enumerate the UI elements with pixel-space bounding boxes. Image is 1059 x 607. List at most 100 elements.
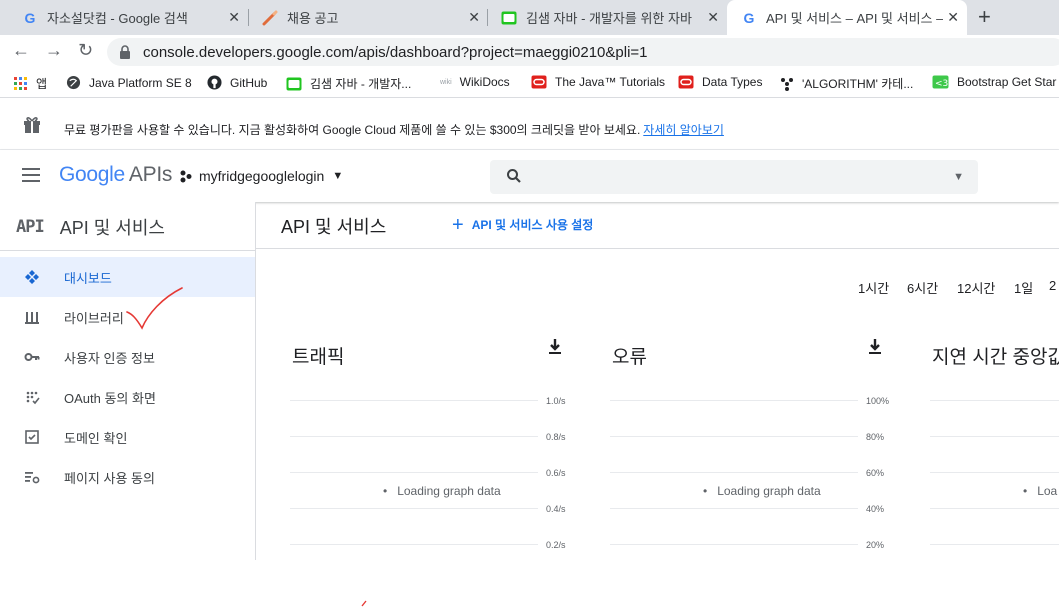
sidebar-item-label: 대시보드	[64, 270, 112, 286]
menu-icon[interactable]	[22, 168, 40, 182]
url-text: console.developers.google.com/apis/dashb…	[143, 43, 648, 61]
bookmark-kimsam-java[interactable]: 김샘 자바 - 개발자...	[286, 75, 411, 92]
search-input[interactable]: ▼	[490, 160, 978, 194]
sidebar-item-credentials[interactable]: 사용자 인증 정보	[0, 337, 255, 377]
y-tick-label: 1.0/s	[546, 396, 566, 406]
pen-icon	[262, 10, 278, 25]
browser-tab[interactable]: G 자소설닷컴 - Google 검색 ✕	[8, 0, 248, 35]
bookmark-label: GitHub	[230, 75, 268, 90]
dashboard-icon	[25, 270, 39, 284]
bootstrap-icon: <3	[932, 75, 949, 89]
sidenav-header: API API 및 서비스	[16, 214, 165, 240]
enable-apis-button[interactable]: + API 및 서비스 사용 설정	[452, 213, 594, 236]
browser-tab-active[interactable]: G API 및 서비스 – API 및 서비스 – ✕	[727, 0, 967, 35]
search-icon	[507, 169, 521, 183]
time-range-1h[interactable]: 1시간	[858, 278, 889, 297]
bookmark-github[interactable]: GitHub	[207, 75, 267, 90]
y-tick-label: 0.6/s	[546, 468, 566, 478]
enable-apis-label: API 및 서비스 사용 설정	[471, 218, 594, 232]
y-tick-label: 40%	[866, 504, 885, 514]
dots-icon	[781, 77, 793, 91]
browser-tab[interactable]: 김샘 자바 - 개발자를 위한 자바 ✕	[487, 0, 727, 35]
blog-icon	[501, 11, 517, 24]
promo-text: 무료 평가판을 사용할 수 있습니다. 지금 활성화하여 Google Clou…	[64, 121, 724, 138]
y-tick-label: 0.8/s	[546, 432, 566, 442]
gridline	[930, 544, 1059, 545]
google-g-icon: G	[743, 9, 755, 26]
close-icon[interactable]: ✕	[707, 9, 719, 26]
console-header: Google APIs myfridgegooglelogin ▼ ▼	[0, 150, 1059, 202]
bookmark-algorithm[interactable]: 'ALGORITHM' 카테...	[780, 75, 913, 92]
oracle-icon	[678, 75, 694, 89]
lock-icon	[120, 45, 130, 59]
bullet-dot: •	[383, 484, 388, 498]
project-selector[interactable]: myfridgegooglelogin ▼	[179, 168, 343, 184]
loading-text: Loa	[1037, 484, 1058, 498]
bookmark-label: 김샘 자바 - 개발자...	[310, 77, 412, 91]
plus-icon: +	[452, 213, 464, 236]
bookmark-apps[interactable]: 앱	[14, 75, 47, 92]
chevron-down-icon[interactable]: ▼	[953, 171, 964, 183]
new-tab-button[interactable]: +	[978, 4, 991, 30]
bookmark-java-platform[interactable]: Java Platform SE 8	[66, 75, 192, 90]
api-badge-icon: API	[16, 217, 45, 237]
bookmark-wikidocs[interactable]: wiki WikiDocs	[440, 75, 510, 89]
gridline	[610, 436, 858, 437]
reload-icon[interactable]: ↻	[78, 40, 93, 61]
time-range-12h[interactable]: 12시간	[957, 278, 995, 297]
bookmark-label: Bootstrap Get Star	[957, 75, 1057, 89]
logo-google: Google	[59, 163, 125, 186]
svg-text:<3: <3	[935, 79, 948, 89]
tab-title: 자소설닷컴 - Google 검색	[47, 11, 188, 26]
bullet-dot: •	[1023, 484, 1028, 498]
gridline	[290, 400, 538, 401]
close-icon[interactable]: ✕	[228, 9, 240, 26]
learn-more-link[interactable]: 자세히 알아보기	[643, 123, 724, 137]
forward-arrow-icon[interactable]: →	[45, 40, 63, 61]
browser-tab-bar: G 자소설닷컴 - Google 검색 ✕ 채용 공고 ✕ 김샘 자바 - 개발…	[0, 0, 1059, 35]
globe-icon	[66, 75, 81, 90]
blog-icon	[286, 77, 302, 90]
browser-tab[interactable]: 채용 공고 ✕	[248, 0, 488, 35]
google-apis-logo[interactable]: Google APIs	[59, 163, 172, 187]
download-icon[interactable]	[868, 338, 882, 356]
traffic-card-title: 트래픽	[292, 347, 345, 368]
y-tick-label: 60%	[866, 468, 885, 478]
gridline	[930, 400, 1059, 401]
promo-message: 무료 평가판을 사용할 수 있습니다. 지금 활성화하여 Google Clou…	[64, 123, 641, 137]
annotation-stroke	[361, 600, 367, 607]
address-bar[interactable]: console.developers.google.com/apis/dashb…	[107, 38, 1059, 66]
sidebar-item-page-usage-agreement[interactable]: 페이지 사용 동의	[0, 457, 255, 497]
bookmark-data-types[interactable]: Data Types	[678, 75, 762, 89]
sidebar-item-domain-verification[interactable]: 도메인 확인	[0, 417, 255, 457]
gridline	[930, 436, 1059, 437]
bookmark-bootstrap[interactable]: <3 Bootstrap Get Star	[932, 75, 1056, 89]
loading-text: Loading graph data	[717, 484, 821, 498]
bookmark-label: Data Types	[702, 75, 763, 89]
sidenav-title: API 및 서비스	[59, 218, 165, 238]
oracle-icon	[531, 75, 547, 89]
close-icon[interactable]: ✕	[947, 9, 959, 26]
gift-icon	[24, 117, 40, 133]
y-tick-label: 0.2/s	[546, 540, 566, 550]
back-arrow-icon[interactable]: ←	[12, 40, 30, 61]
bookmark-java-tutorials[interactable]: The Java™ Tutorials	[531, 75, 665, 89]
latency-card-title: 지연 시간 중앙값	[932, 347, 1059, 368]
sidebar-item-oauth-consent[interactable]: OAuth 동의 화면	[0, 377, 255, 417]
close-icon[interactable]: ✕	[468, 9, 480, 26]
download-icon[interactable]	[548, 338, 562, 356]
gridline	[930, 472, 1059, 473]
time-range-6h[interactable]: 6시간	[907, 278, 938, 297]
gridline	[610, 544, 858, 545]
bookmark-label: WikiDocs	[459, 75, 510, 89]
time-range-2d[interactable]: 2	[1049, 278, 1056, 293]
sidebar-item-label: 사용자 인증 정보	[64, 350, 155, 366]
gridline	[610, 400, 858, 401]
bookmark-label: Java Platform SE 8	[89, 75, 192, 90]
google-g-icon: G	[24, 9, 36, 26]
sidebar-item-label: 도메인 확인	[64, 430, 128, 446]
time-range-1d[interactable]: 1일	[1014, 278, 1033, 297]
handwritten-checkmark	[126, 287, 183, 330]
logo-apis: APIs	[128, 163, 173, 186]
bullet-dot: •	[703, 484, 708, 498]
